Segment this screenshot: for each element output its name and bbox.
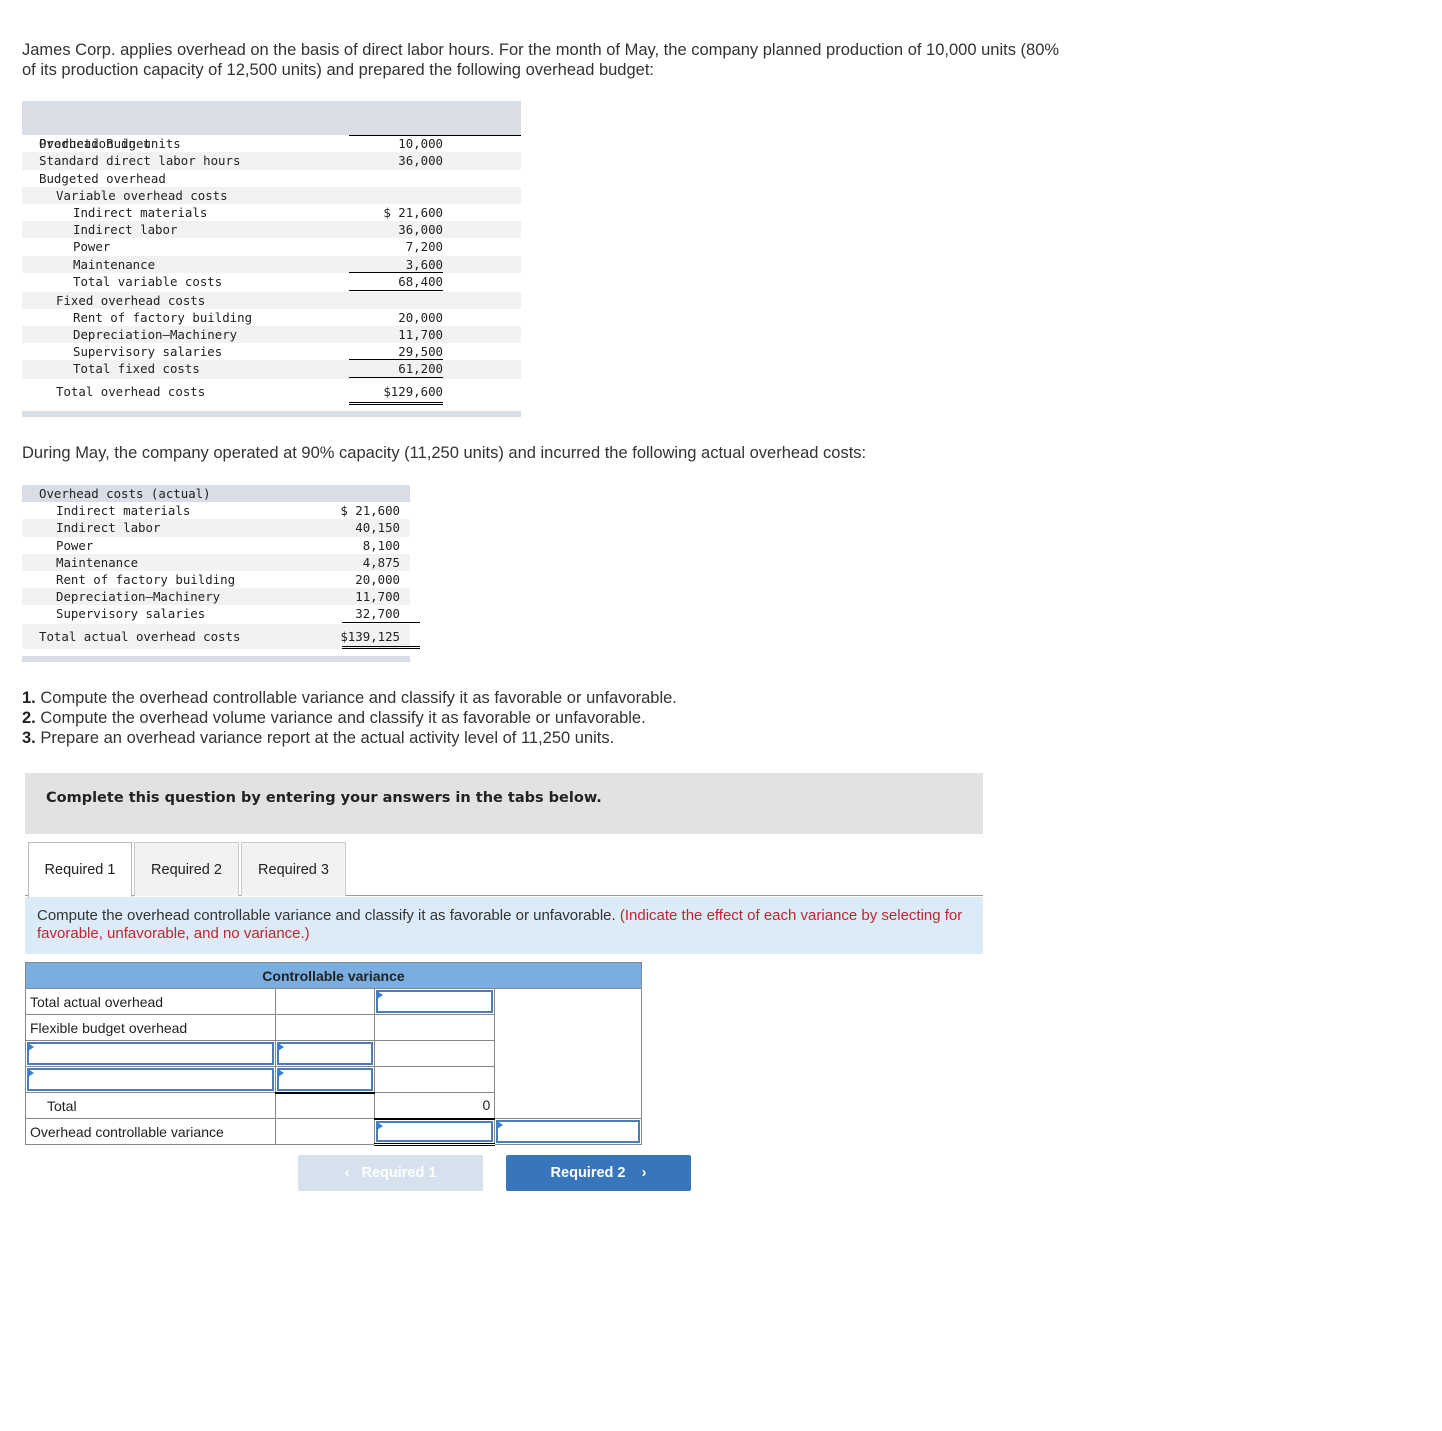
budget-col-header-row: Operating Levels [22, 101, 521, 137]
budget-row: Standard direct labor hours 36,000 [22, 152, 521, 170]
budget-row: Variable overhead costs [22, 186, 521, 204]
actual-row: Power 8,100 [56, 537, 400, 553]
next-button[interactable]: Required 2 › [506, 1155, 691, 1191]
overhead-budget-table: Operating Levels Overhead Budget 80% Pro… [22, 101, 521, 418]
budget-row: Power 7,200 [73, 239, 443, 255]
budget-row: Supervisory salaries 29,500 [73, 344, 443, 361]
amount-input-2[interactable] [274, 1066, 376, 1094]
actual-overhead-table: Overhead costs (actual) Indirect materia… [22, 485, 420, 663]
amount-input-1[interactable] [274, 1040, 376, 1067]
prev-button[interactable]: ‹ Required 1 [298, 1155, 483, 1191]
budget-row: Rent of factory building 20,000 [73, 309, 443, 325]
actual-row: Maintenance 4,875 [22, 553, 410, 571]
chevron-left-icon: ‹ [344, 1165, 350, 1181]
actual-row: Indirect materials $ 21,600 [56, 503, 400, 519]
underline [349, 289, 443, 291]
tab-required-2[interactable]: Required 2 [134, 842, 239, 896]
table-footer-bar [22, 656, 410, 663]
total-actual-overhead-input[interactable] [374, 988, 496, 1015]
budget-row: Indirect materials $ 21,600 [73, 204, 443, 220]
controllable-variance-table: Controllable variance Total actual overh… [25, 962, 642, 1146]
double-underline [342, 646, 420, 650]
item-select-1[interactable] [25, 1040, 276, 1067]
tab-required-1[interactable]: Required 1 [28, 842, 132, 897]
controllable-variance-input[interactable] [374, 1117, 496, 1146]
budget-row: Maintenance 3,600 [22, 255, 521, 273]
budget-row: Depreciation—Machinery 11,700 [22, 326, 521, 344]
underline [349, 377, 443, 379]
actual-title: Overhead costs (actual) [39, 486, 211, 501]
table-row: Total actual overhead [25, 988, 642, 1119]
question-list: 1. Compute the overhead controllable var… [22, 688, 677, 748]
problem-intro: James Corp. applies overhead on the basi… [22, 41, 1060, 79]
question-item: 1. Compute the overhead controllable var… [22, 689, 677, 707]
actual-title-row: Overhead costs (actual) [22, 485, 410, 503]
chevron-right-icon: › [641, 1165, 647, 1181]
actual-total-row: Total actual overhead costs $139,125 [22, 624, 420, 650]
underline [342, 622, 420, 624]
budget-row: Production in units 10,000 [39, 136, 443, 152]
budget-title-row: Overhead Budget 80% [22, 118, 521, 168]
item-select-2[interactable] [25, 1066, 276, 1093]
actual-intro: During May, the company operated at 90% … [22, 444, 867, 462]
budget-row: Fixed overhead costs [22, 291, 521, 309]
total-value: 0 [374, 1092, 496, 1119]
actual-row: Depreciation—Machinery 11,700 [22, 588, 410, 606]
instructions-banner: Complete this question by entering your … [25, 773, 983, 834]
table-footer-bar [22, 411, 521, 418]
budget-row: Total fixed costs 61,200 [22, 360, 521, 380]
table-row: Overhead controllable variance [25, 1117, 642, 1146]
actual-row: Rent of factory building 20,000 [56, 571, 400, 587]
tab-instructions: Compute the overhead controllable varian… [25, 897, 983, 954]
table-header: Controllable variance [25, 962, 642, 989]
tab-required-3[interactable]: Required 3 [241, 842, 346, 896]
budget-row: Indirect labor 36,000 [22, 221, 521, 239]
tab-bar: Required 1 Required 2 Required 3 [25, 842, 983, 897]
actual-row: Supervisory salaries 32,700 [22, 605, 420, 624]
actual-row: Indirect labor 40,150 [22, 519, 410, 537]
question-item: 2. Compute the overhead volume variance … [22, 709, 646, 727]
budget-row: Total variable costs 68,400 [73, 273, 443, 291]
question-item: 3. Prepare an overhead variance report a… [22, 729, 615, 747]
budget-row: Budgeted overhead [39, 170, 166, 186]
variance-type-select[interactable] [494, 1118, 642, 1145]
budget-total-row: Total overhead costs $129,600 [22, 379, 521, 406]
double-underline [349, 402, 443, 406]
